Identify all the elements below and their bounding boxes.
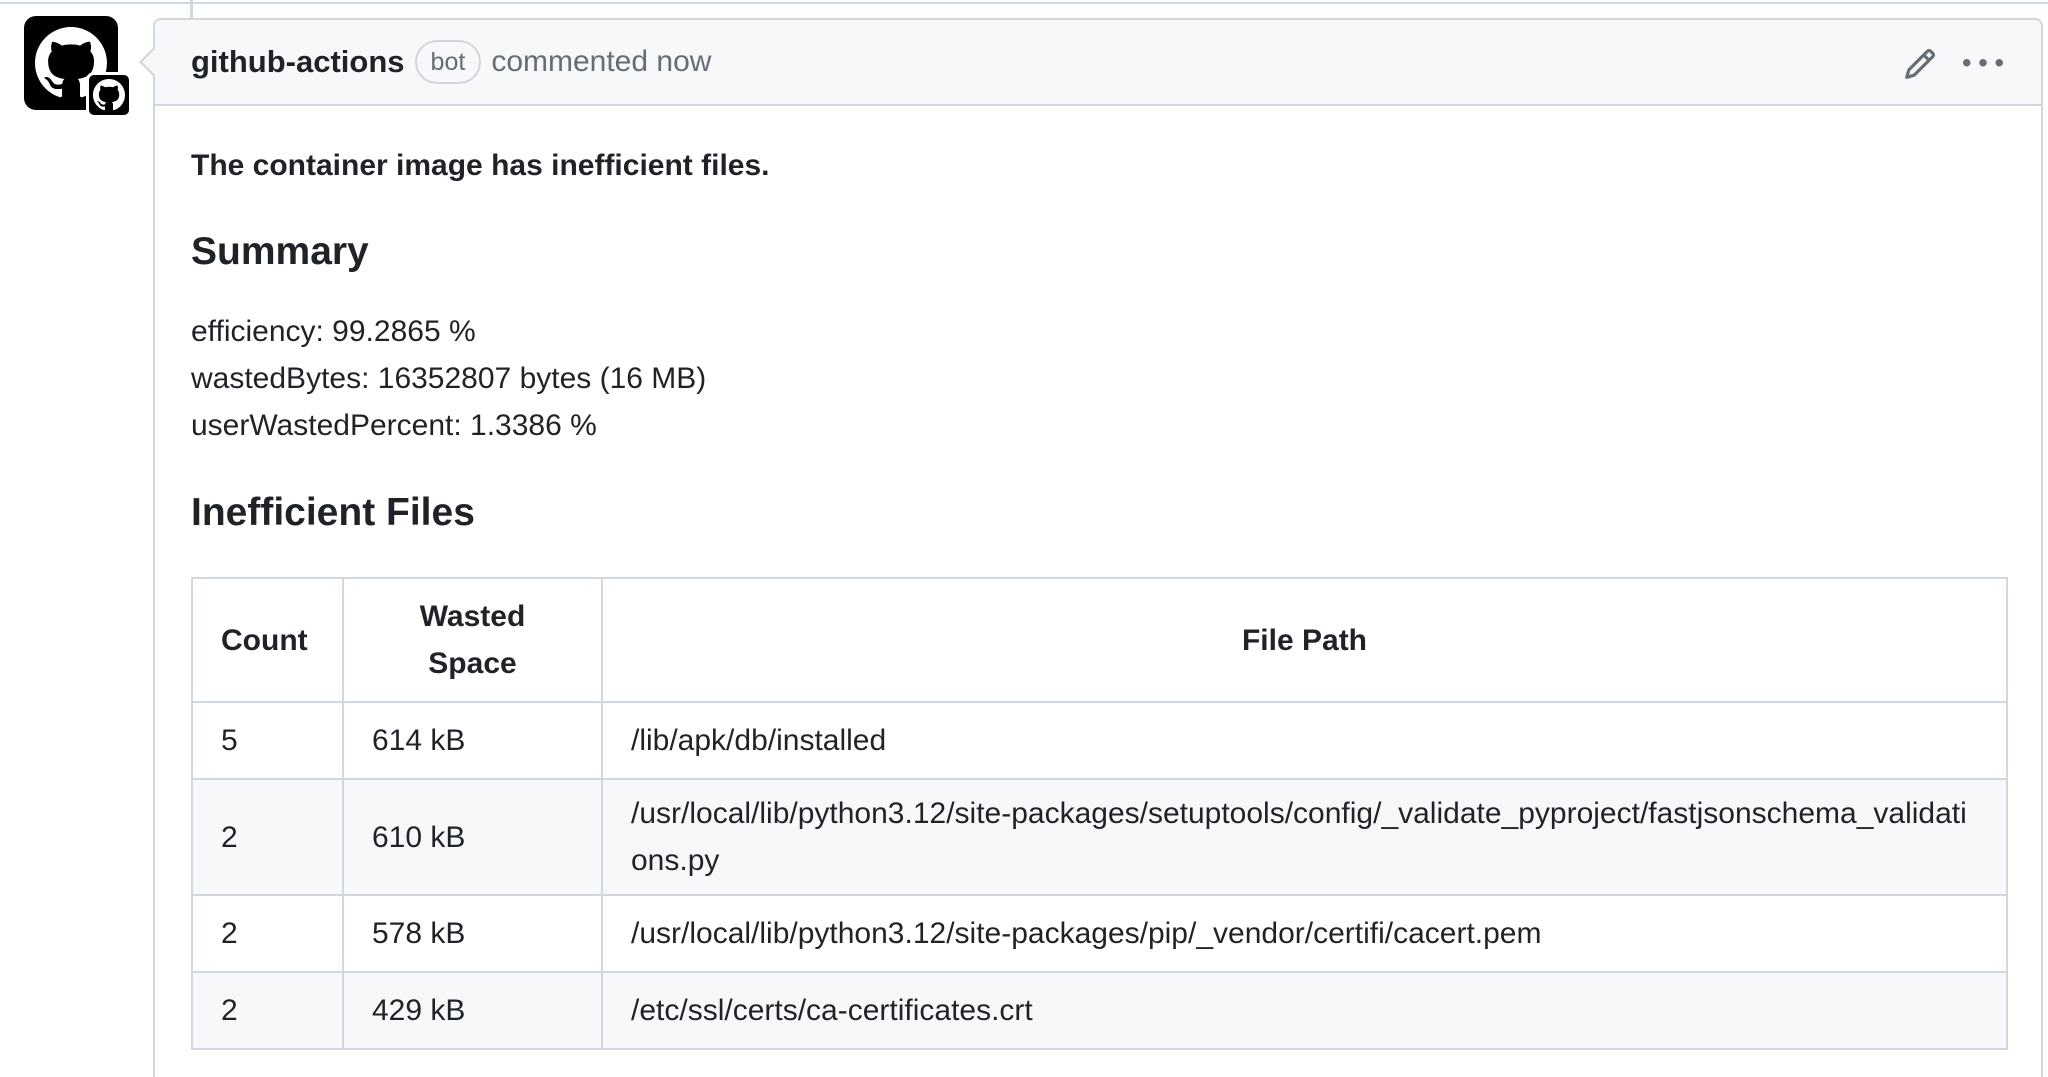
inefficient-files-table: Count Wasted Space File Path 5 614 kB /l… [191,577,2008,1050]
bot-badge: bot [414,40,482,84]
metric-efficiency: efficiency: 99.2865 % [191,315,476,348]
lead-text: The container image has inefficient file… [191,149,770,182]
cell-wasted-space: 578 kB [342,894,603,973]
cell-wasted-space: 614 kB [342,701,603,780]
cell-wasted-space: 610 kB [342,778,603,896]
metric-user-wasted-percent: userWastedPercent: 1.3386 % [191,409,597,442]
column-header-count: Count [191,577,344,703]
table-row: 5 614 kB /lib/apk/db/installed [191,701,2008,780]
cell-count: 2 [191,778,344,896]
comment-body: The container image has inefficient file… [155,148,2041,1050]
cell-count: 2 [191,894,344,973]
kebab-horizontal-icon[interactable] [1963,44,2003,89]
app-badge [86,72,132,118]
cell-file-path: /lib/apk/db/installed [601,701,2008,780]
cell-file-path: /usr/local/lib/python3.12/site-packages/… [601,894,2008,973]
column-header-wasted-space: Wasted Space [342,577,603,703]
comment-header: github-actions bot commented now [139,20,2041,106]
table-row: 2 429 kB /etc/ssl/certs/ca-certificates.… [191,971,2008,1050]
cell-count: 5 [191,701,344,780]
cell-count: 2 [191,971,344,1050]
table-row: 2 610 kB /usr/local/lib/python3.12/site-… [191,778,2008,896]
github-app-icon [93,79,125,111]
author-link[interactable]: github-actions [191,44,405,80]
timeline-connector [190,0,193,20]
table-row: 2 578 kB /usr/local/lib/python3.12/site-… [191,894,2008,973]
inefficient-files-heading: Inefficient Files [191,491,475,534]
comment-actions [1903,44,2003,89]
comment-timestamp[interactable]: commented now [491,45,711,79]
cell-file-path: /etc/ssl/certs/ca-certificates.crt [601,971,2008,1050]
metric-wasted-bytes: wastedBytes: 16352807 bytes (16 MB) [191,362,707,395]
comment-card: github-actions bot commented now The con… [139,18,2043,1077]
pencil-icon[interactable] [1903,47,1937,86]
cell-file-path: /usr/local/lib/python3.12/site-packages/… [601,778,2008,896]
summary-metrics: efficiency: 99.2865 % wastedBytes: 16352… [191,308,2005,449]
timeline-divider [0,0,2048,4]
cell-wasted-space: 429 kB [342,971,603,1050]
timeline: github-actions bot commented now The con… [0,0,2048,1077]
column-header-file-path: File Path [601,577,2008,703]
table-header-row: Count Wasted Space File Path [191,577,2008,703]
comment-caret [139,46,156,78]
summary-heading: Summary [191,230,369,273]
